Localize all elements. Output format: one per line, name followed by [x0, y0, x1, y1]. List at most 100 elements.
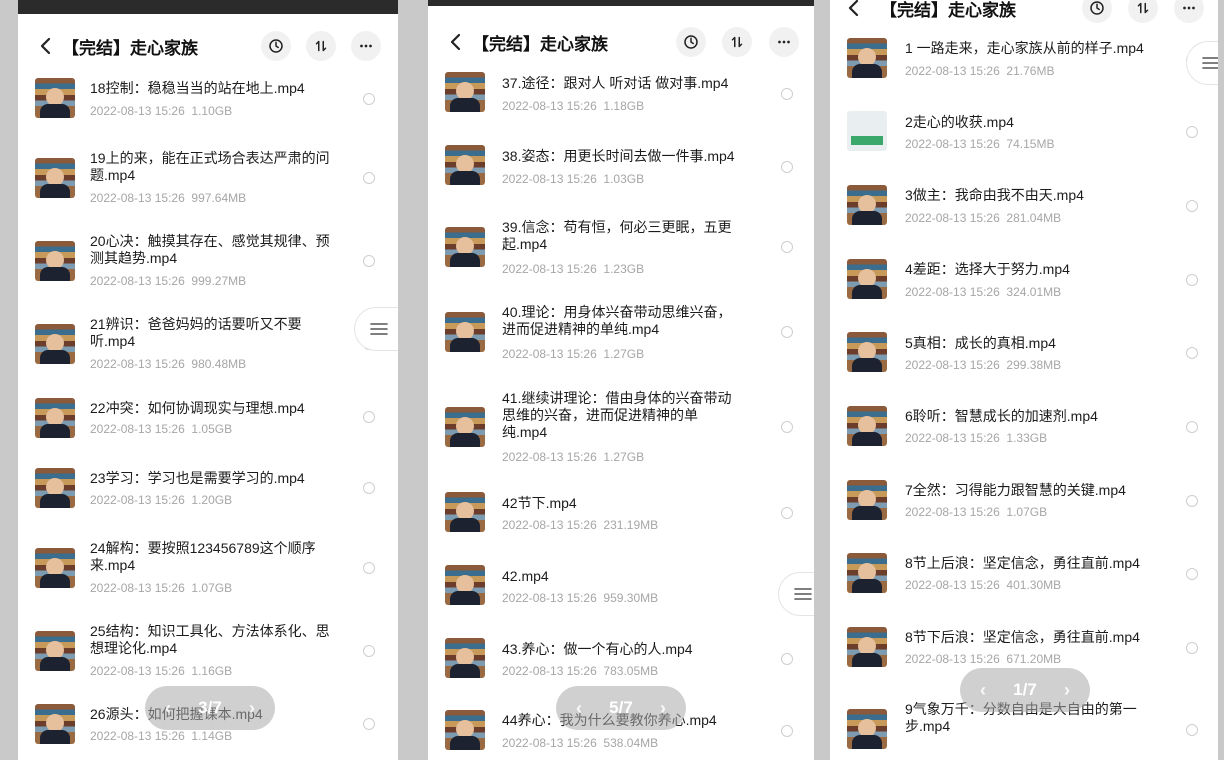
side-menu-button[interactable] [354, 307, 398, 351]
file-meta: 2022-08-13 15:26 1.03GB [502, 172, 644, 186]
file-date: 2022-08-13 15:26 [90, 581, 185, 595]
side-menu-button[interactable] [778, 572, 814, 616]
back-arrow-icon[interactable] [842, 0, 866, 20]
file-meta: 2022-08-13 15:26 999.27MB [90, 274, 246, 288]
page-title: 【完结】走心家族 [880, 0, 1016, 20]
file-size: 281.04MB [1006, 211, 1062, 225]
select-radio[interactable] [1186, 274, 1198, 286]
select-radio[interactable] [363, 93, 375, 105]
select-radio[interactable] [363, 482, 375, 494]
prev-page-icon[interactable]: ‹ [980, 680, 986, 701]
select-radio[interactable] [363, 411, 375, 423]
file-date: 2022-08-13 15:26 [502, 736, 597, 750]
select-radio[interactable] [1186, 421, 1198, 433]
select-radio[interactable] [781, 421, 793, 433]
video-thumbnail [445, 638, 485, 678]
select-radio[interactable] [363, 645, 375, 657]
file-meta: 2022-08-13 15:26 21.76MB [905, 64, 1054, 78]
select-radio[interactable] [1186, 347, 1198, 359]
file-name: 18控制：稳稳当当的站在地上.mp4 [90, 80, 305, 96]
file-name: 3做主：我命由我不由天.mp4 [905, 187, 1084, 203]
file-date: 2022-08-13 15:26 [905, 64, 1000, 78]
select-radio[interactable] [363, 562, 375, 574]
file-size: 538.04MB [603, 736, 659, 750]
side-menu-button[interactable] [1186, 41, 1218, 85]
prev-page-icon[interactable]: ‹ [576, 698, 582, 719]
select-radio[interactable] [781, 161, 793, 173]
select-radio[interactable] [1186, 200, 1198, 212]
history-button[interactable] [1082, 0, 1112, 23]
file-date: 2022-08-13 15:26 [905, 358, 1000, 372]
file-meta: 2022-08-13 15:26 959.30MB [502, 591, 658, 605]
divider-left [0, 0, 18, 760]
select-radio[interactable] [781, 725, 793, 737]
file-meta: 2022-08-13 15:26 538.04MB [502, 736, 658, 750]
select-radio[interactable] [363, 255, 375, 267]
file-size: 1.33GB [1006, 431, 1048, 445]
back-arrow-icon[interactable] [444, 30, 468, 54]
file-name: 22冲突：如何协调现实与理想.mp4 [90, 400, 305, 416]
select-radio[interactable] [781, 507, 793, 519]
video-thumbnail [445, 227, 485, 267]
video-thumbnail [445, 492, 485, 532]
select-radio[interactable] [1186, 724, 1198, 736]
file-meta: 2022-08-13 15:26 74.15MB [905, 137, 1054, 151]
file-date: 2022-08-13 15:26 [90, 664, 185, 678]
next-page-icon[interactable]: › [1064, 680, 1070, 701]
back-arrow-icon[interactable] [34, 34, 58, 58]
select-radio[interactable] [781, 653, 793, 665]
file-name: 41.继续讲理论：借由身体的兴奋带动思维的兴奋，进而促进精神的单纯.mp4 [502, 390, 732, 440]
sort-icon [1137, 2, 1149, 14]
page-title: 【完结】走心家族 [62, 38, 198, 58]
more-button[interactable] [351, 31, 381, 61]
select-radio[interactable] [1186, 495, 1198, 507]
file-size: 1.10GB [191, 104, 233, 118]
file-meta: 2022-08-13 15:26 324.01MB [905, 285, 1061, 299]
file-date: 2022-08-13 15:26 [905, 578, 1000, 592]
file-size: 1.18GB [603, 99, 645, 113]
select-radio[interactable] [1186, 642, 1198, 654]
video-thumbnail [35, 548, 75, 588]
file-date: 2022-08-13 15:26 [905, 285, 1000, 299]
select-radio[interactable] [781, 326, 793, 338]
select-radio[interactable] [1186, 568, 1198, 580]
file-name: 6聆听：智慧成长的加速剂.mp4 [905, 408, 1098, 424]
header: 【完结】走心家族 [428, 19, 814, 65]
history-button[interactable] [676, 27, 706, 57]
more-button[interactable] [769, 27, 799, 57]
file-size: 324.01MB [1006, 285, 1062, 299]
file-date: 2022-08-13 15:26 [905, 505, 1000, 519]
select-radio[interactable] [1186, 126, 1198, 138]
sort-button[interactable] [722, 27, 752, 57]
select-radio[interactable] [781, 241, 793, 253]
file-meta: 2022-08-13 15:26 1.27GB [502, 450, 644, 464]
file-name: 23学习：学习也是需要学习的.mp4 [90, 470, 305, 486]
video-thumbnail [847, 38, 887, 78]
video-thumbnail [35, 78, 75, 118]
next-page-icon[interactable]: › [660, 698, 666, 719]
select-radio[interactable] [363, 718, 375, 730]
select-radio[interactable] [781, 88, 793, 100]
video-thumbnail [35, 241, 75, 281]
video-thumbnail [445, 565, 485, 605]
sort-button[interactable] [306, 31, 336, 61]
video-thumbnail [847, 480, 887, 520]
history-button[interactable] [261, 31, 291, 61]
menu-icon [369, 323, 388, 335]
file-date: 2022-08-13 15:26 [905, 211, 1000, 225]
file-date: 2022-08-13 15:26 [905, 431, 1000, 445]
sort-button[interactable] [1128, 0, 1158, 23]
next-page-icon[interactable]: › [249, 698, 255, 719]
file-name: 43.养心：做一个有心的人.mp4 [502, 641, 693, 657]
more-button[interactable] [1174, 0, 1204, 23]
file-meta: 2022-08-13 15:26 1.16GB [90, 664, 232, 678]
file-date: 2022-08-13 15:26 [90, 493, 185, 507]
file-meta: 2022-08-13 15:26 1.10GB [90, 104, 232, 118]
prev-page-icon[interactable]: ‹ [165, 698, 171, 719]
file-name: 42节下.mp4 [502, 495, 577, 511]
select-radio[interactable] [363, 172, 375, 184]
page-number: 1/7 [1013, 680, 1037, 699]
file-name: 42.mp4 [502, 568, 549, 584]
file-date: 2022-08-13 15:26 [502, 518, 597, 532]
file-name: 5真相：成长的真相.mp4 [905, 335, 1056, 351]
